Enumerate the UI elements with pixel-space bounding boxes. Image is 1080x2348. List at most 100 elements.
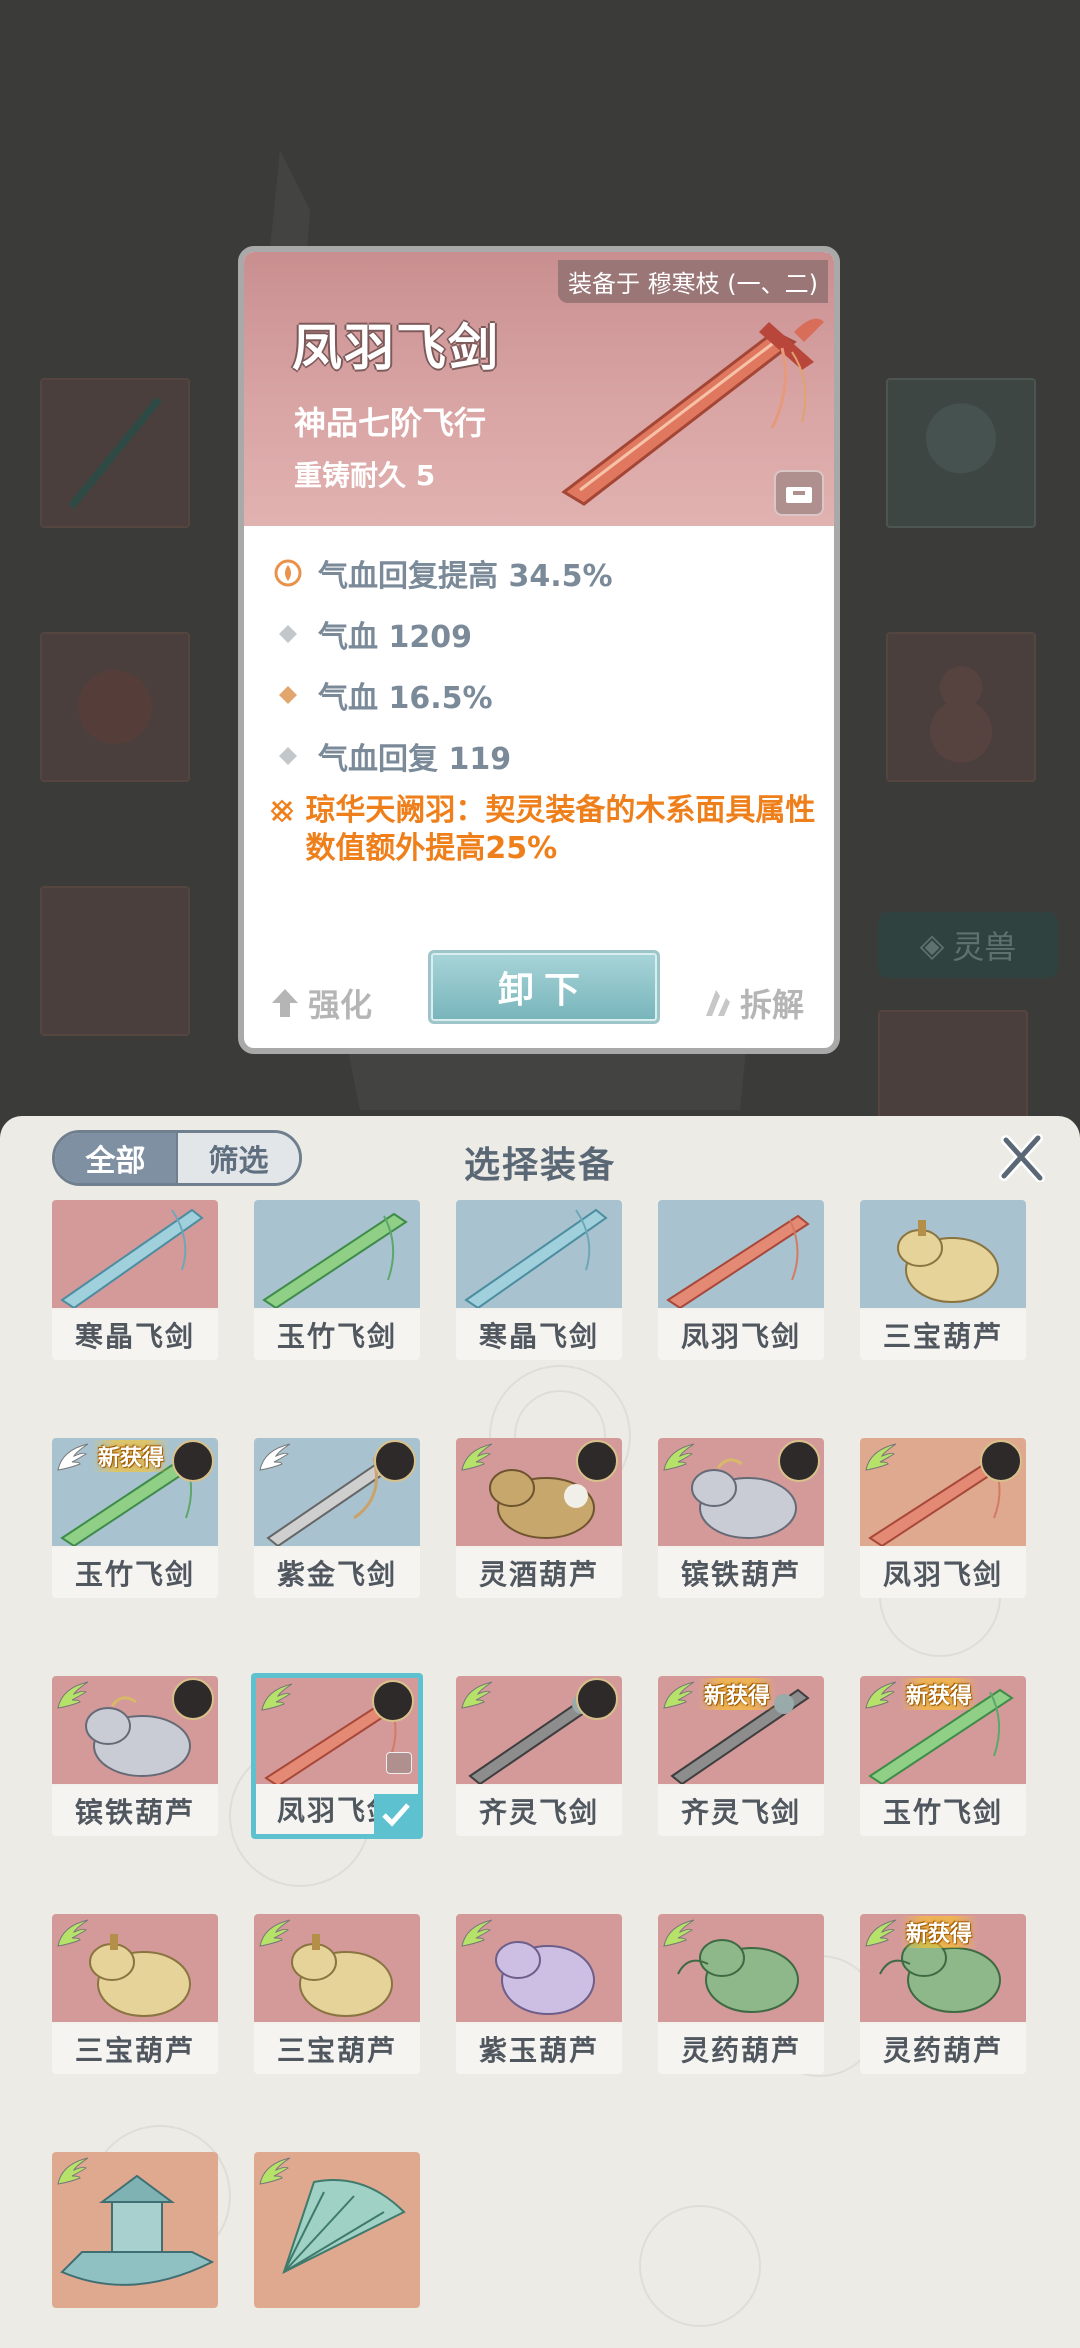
arrow-up-icon (272, 989, 298, 1017)
equipment-item[interactable]: 镔铁葫芦 (52, 1676, 218, 1836)
equipment-item-name: 寒晶飞剑 (52, 1310, 218, 1360)
equipment-item[interactable]: 三宝葫芦 (52, 1914, 218, 2074)
lock-toggle-button[interactable] (774, 470, 824, 516)
equipment-item-name: 镔铁葫芦 (52, 1786, 218, 1836)
wing-rank-icon (260, 1682, 294, 1712)
wing-rank-icon (662, 1918, 696, 1948)
dismantle-button[interactable]: 拆解 (700, 980, 804, 1026)
equipment-item[interactable] (254, 2152, 420, 2308)
bg-equip-slot-extra (878, 1010, 1028, 1120)
equipment-item-name: 凤羽飞剑 (860, 1548, 1026, 1598)
upgrade-button[interactable]: 强化 (270, 980, 372, 1026)
equipment-item[interactable]: 凤羽飞剑 (860, 1438, 1026, 1598)
stat-row: 气血回复 119 (268, 725, 828, 786)
equipment-item[interactable]: 紫金飞剑 (254, 1438, 420, 1598)
panel-header: 全部 筛选 选择装备 (0, 1116, 1080, 1206)
lock-icon (386, 1752, 412, 1774)
wing-rank-icon (864, 1918, 898, 1948)
wing-rank-icon (56, 1442, 90, 1472)
equipment-item[interactable]: 齐灵飞剑 (456, 1676, 622, 1836)
owner-avatar (576, 1440, 618, 1482)
owner-avatar (172, 1678, 214, 1720)
wing-rank-icon (56, 2156, 90, 2186)
unequip-button[interactable]: 卸下 (428, 950, 660, 1024)
equipment-item-name: 寒晶飞剑 (456, 1310, 622, 1360)
equipment-item[interactable]: 新获得 玉竹飞剑 (52, 1438, 218, 1598)
panel-title: 选择装备 (463, 1145, 616, 1186)
special-effect: 琼华天阙羽：契灵装备的木系面具属性数值额外提高25% (268, 792, 828, 868)
equipment-item-name: 灵酒葫芦 (456, 1548, 622, 1598)
wing-rank-icon (258, 2156, 292, 2186)
new-badge: 新获得 (900, 1916, 979, 1948)
grey-diamond-icon (268, 746, 308, 766)
equipment-item[interactable]: 新获得 灵药葫芦 (860, 1914, 1026, 2074)
equipment-item-name: 紫玉葫芦 (456, 2024, 622, 2074)
wing-rank-icon (56, 1918, 90, 1948)
wing-rank-icon (460, 1918, 494, 1948)
orange-diamond-icon (268, 685, 308, 705)
equipment-item[interactable] (52, 2152, 218, 2308)
close-button[interactable] (994, 1130, 1050, 1186)
bg-equip-slot-flower (40, 632, 190, 782)
wing-rank-icon (56, 1680, 90, 1710)
owner-avatar (980, 1440, 1022, 1482)
equipment-item-name: 灵药葫芦 (658, 2024, 824, 2074)
stats-list: 气血回复提高 34.5% 气血 1209 气血 16.5% 气血回复 119 琼… (268, 542, 828, 868)
equipment-item[interactable]: 紫玉葫芦 (456, 1914, 622, 2074)
equipment-item-name: 镔铁葫芦 (658, 1548, 824, 1598)
wing-rank-icon (460, 1680, 494, 1710)
bg-equip-slot-lantern (886, 378, 1036, 528)
owner-avatar (576, 1678, 618, 1720)
flame-main-stat-icon (268, 559, 308, 587)
wing-rank-icon (460, 1442, 494, 1472)
blade-green-art (254, 1200, 420, 1310)
wing-rank-icon (258, 1918, 292, 1948)
owner-avatar (372, 1680, 414, 1722)
wing-rank-icon (864, 1680, 898, 1710)
equipment-item-name: 齐灵飞剑 (658, 1786, 824, 1836)
select-equipment-panel: 全部 筛选 选择装备 寒晶飞剑 玉竹飞剑 寒晶飞剑 凤羽飞剑 三宝葫芦 新获得 玉竹飞剑 紫金… (0, 1116, 1080, 2348)
wing-rank-icon (662, 1442, 696, 1472)
equipment-item[interactable]: 玉竹飞剑 (254, 1200, 420, 1360)
equipment-item[interactable]: 灵药葫芦 (658, 1914, 824, 2074)
equipment-item-name: 三宝葫芦 (52, 2024, 218, 2074)
equipment-item[interactable]: 寒晶飞剑 (52, 1200, 218, 1360)
stat-row: 气血 1209 (268, 603, 828, 664)
owner-avatar (172, 1440, 214, 1482)
equipment-item[interactable]: 凤羽飞剑 (251, 1673, 423, 1839)
item-title: 凤羽飞剑 (292, 318, 500, 377)
blade-red-art (658, 1200, 824, 1310)
equipment-item[interactable]: 新获得玉竹飞剑 (860, 1676, 1026, 1836)
lock-icon (786, 487, 812, 503)
checkmark-icon (374, 1794, 418, 1834)
equipment-item-name: 玉竹飞剑 (860, 1786, 1026, 1836)
blade-blue-art (52, 1200, 218, 1310)
bg-equip-slot-weapon (40, 378, 190, 528)
equipment-item-name: 玉竹飞剑 (52, 1548, 218, 1598)
equipment-item-name: 紫金飞剑 (254, 1548, 420, 1598)
equipment-item[interactable]: 灵酒葫芦 (456, 1438, 622, 1598)
new-badge: 新获得 (900, 1678, 979, 1710)
grey-diamond-icon (268, 624, 308, 644)
close-icon (999, 1134, 1045, 1182)
bg-spirit-beast-tab: ◈ 灵兽 (878, 912, 1058, 978)
item-grade: 神品七阶飞行 (294, 404, 487, 442)
equipment-detail-card: 装备于 穆寒枝 (一、二) 凤羽飞剑 神品七阶飞行 重铸耐久 5 气血回复提高 … (238, 246, 840, 1054)
equipment-item[interactable]: 镔铁葫芦 (658, 1438, 824, 1598)
equipment-item-name: 齐灵飞剑 (456, 1786, 622, 1836)
spirit-beast-icon: ◈ (919, 926, 945, 964)
detail-header: 装备于 穆寒枝 (一、二) 凤羽飞剑 神品七阶飞行 重铸耐久 5 (244, 252, 834, 526)
dismantle-icon (705, 990, 730, 1016)
equipment-item[interactable]: 凤羽飞剑 (658, 1200, 824, 1360)
special-effect-icon (268, 792, 295, 824)
bg-equip-slot-scroll (40, 886, 190, 1036)
equipment-item[interactable]: 三宝葫芦 (860, 1200, 1026, 1360)
equipment-item[interactable]: 寒晶飞剑 (456, 1200, 622, 1360)
equipment-item-name: 玉竹飞剑 (254, 1310, 420, 1360)
blade-blue-art (456, 1200, 622, 1310)
gourd-gold-art (860, 1200, 1026, 1308)
equipment-item[interactable]: 三宝葫芦 (254, 1914, 420, 2074)
equipment-item[interactable]: 新获得 齐灵飞剑 (658, 1676, 824, 1836)
equipment-item-name: 凤羽飞剑 (658, 1310, 824, 1360)
owner-avatar (374, 1440, 416, 1482)
